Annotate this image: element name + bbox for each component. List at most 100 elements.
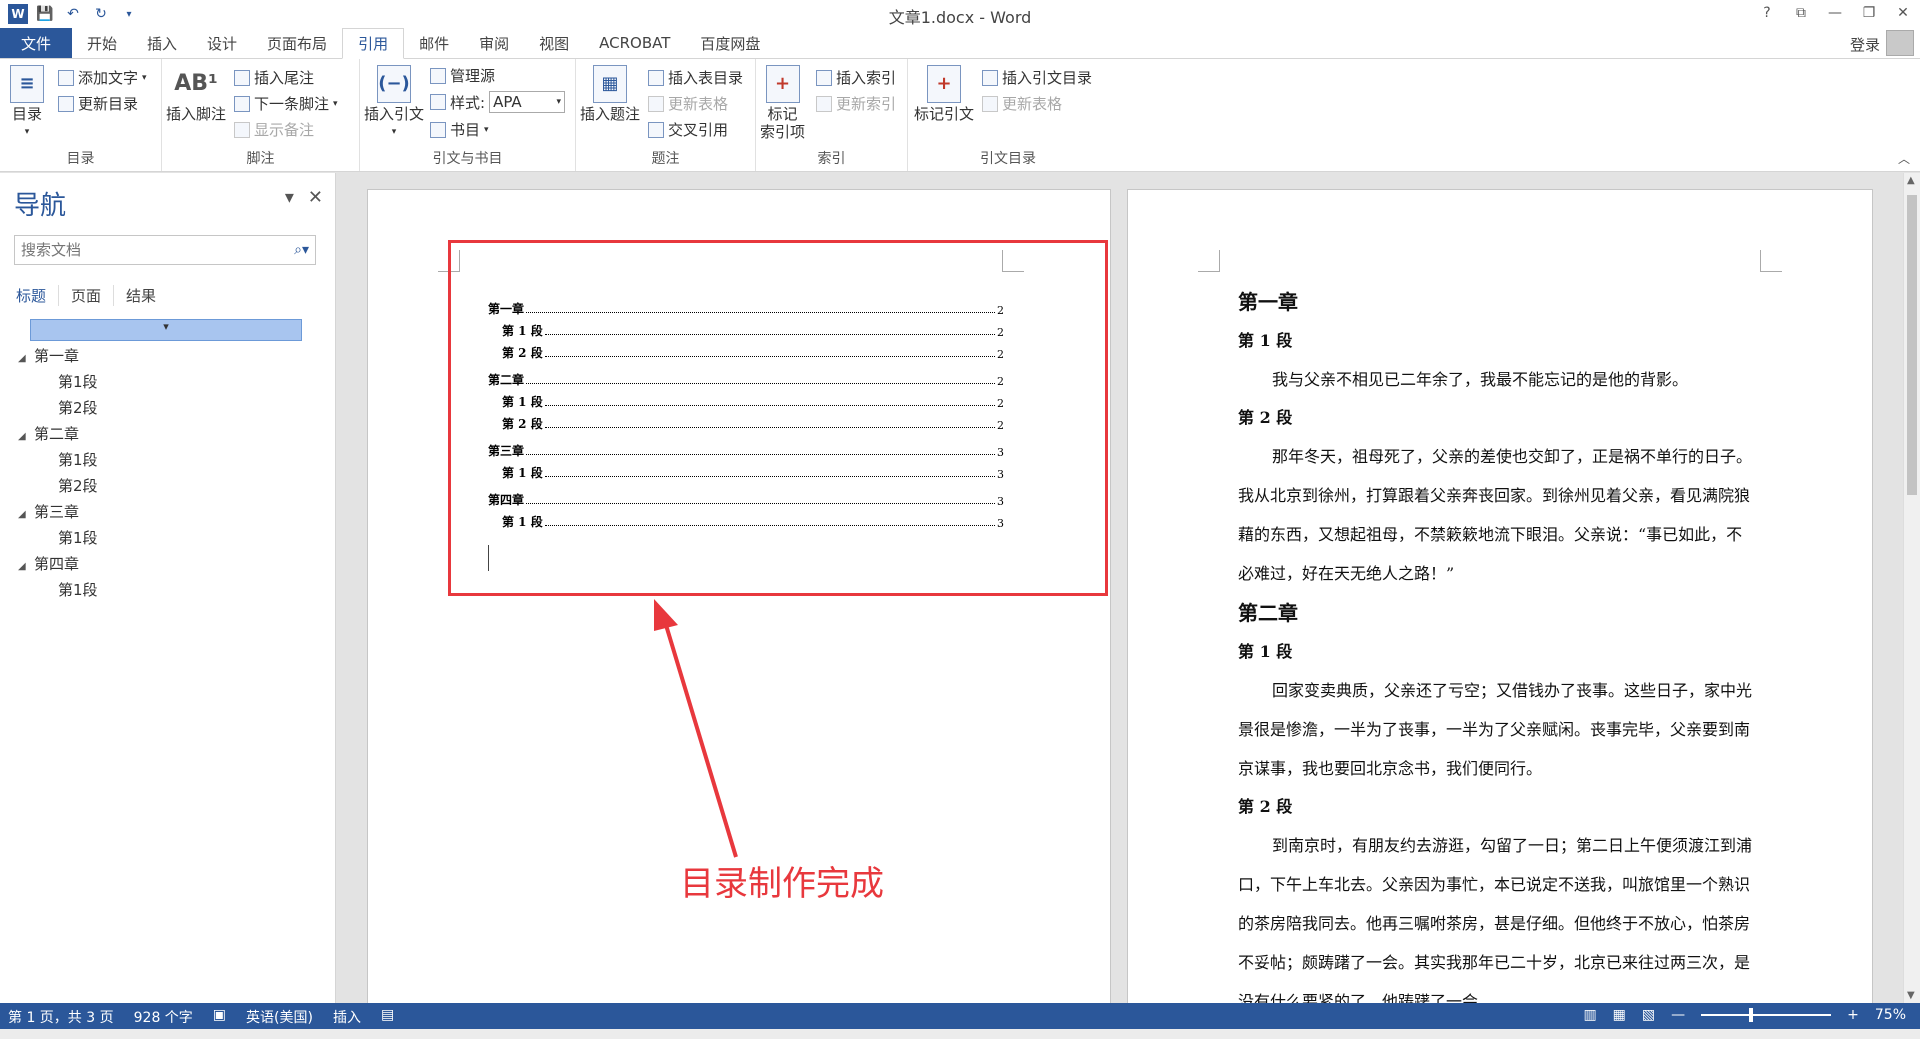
insert-endnote-button[interactable]: 插入尾注 — [234, 67, 314, 88]
update-index-icon — [816, 95, 832, 112]
nav-tab-results[interactable]: 结果 — [114, 285, 168, 306]
style-dropdown[interactable]: APA ▾ — [489, 91, 566, 113]
expand-triangle-icon[interactable]: ◢ — [18, 346, 34, 372]
zoom-in-icon[interactable]: + — [1847, 1007, 1859, 1023]
page-1[interactable]: 第一章 2 第 1 段2 第 2 段2 第二章 2 第 1 段2 第 2 段2 第三… — [367, 189, 1111, 1003]
update-authorities-button[interactable]: 更新表格 — [982, 93, 1062, 114]
insert-table-of-authorities-button[interactable]: 插入引文目录 — [982, 67, 1092, 88]
tab-review[interactable]: 审阅 — [464, 28, 524, 58]
page-2[interactable]: 第一章 第 1 段 我与父亲不相见已二年余了，我最不能忘记的是他的背影。 第 2… — [1127, 189, 1873, 1003]
heading-1: 第一章 — [1238, 290, 1298, 314]
chevron-down-icon: ▾ — [556, 97, 562, 107]
update-table-button[interactable]: 更新表格 — [648, 93, 728, 114]
mark-citation-icon: + — [927, 65, 961, 103]
tab-home[interactable]: 开始 — [72, 28, 132, 58]
tab-design[interactable]: 设计 — [192, 28, 252, 58]
page-count[interactable]: 第 1 页，共 3 页 — [8, 1007, 114, 1027]
expand-triangle-icon[interactable]: ◢ — [18, 502, 34, 528]
tab-baidu-netdisk[interactable]: 百度网盘 — [685, 28, 775, 58]
nav-subheading[interactable]: 第1段 — [18, 369, 98, 395]
nav-heading[interactable]: ◢ 第四章 — [18, 551, 98, 577]
nav-heading[interactable]: ◢ 第二章 — [18, 421, 98, 447]
nav-subheading[interactable]: 第1段 — [18, 577, 98, 603]
scroll-thumb[interactable] — [1907, 195, 1917, 495]
tab-mailings[interactable]: 邮件 — [404, 28, 464, 58]
ribbon-display-button[interactable]: ⧉ — [1790, 2, 1812, 24]
margin-mark — [1198, 250, 1220, 272]
nav-search-box: ⌕▾ — [14, 235, 316, 265]
manage-sources-button[interactable]: 管理源 — [430, 65, 495, 86]
proofing-icon[interactable]: ▣ — [213, 1007, 226, 1027]
maximize-button[interactable]: ❐ — [1858, 2, 1880, 24]
nav-selected-bar[interactable]: ▾ — [30, 319, 302, 341]
expand-triangle-icon[interactable]: ◢ — [18, 554, 34, 580]
sign-in-link[interactable]: 登录 — [1850, 34, 1880, 55]
table-of-authorities-icon — [982, 69, 998, 86]
toc-button[interactable]: ≡ 目录 ▾ — [10, 65, 44, 141]
toc-icon: ≡ — [10, 65, 44, 103]
nav-subheading[interactable]: 第1段 — [18, 525, 98, 551]
style-selector[interactable]: 样式: APA ▾ — [430, 91, 566, 113]
add-text-button[interactable]: 添加文字 ▾ — [58, 67, 147, 88]
collapse-ribbon-icon[interactable]: ︿ — [1898, 150, 1910, 167]
nav-tab-pages[interactable]: 页面 — [59, 285, 115, 306]
heading-1: 第二章 — [1238, 601, 1298, 625]
word-count[interactable]: 928 个字 — [134, 1007, 193, 1027]
next-footnote-button[interactable]: 下一条脚注 ▾ — [234, 93, 338, 114]
endnote-icon — [234, 69, 250, 86]
minimize-button[interactable]: — — [1824, 2, 1846, 24]
zoom-slider-knob[interactable] — [1749, 1008, 1754, 1022]
nav-subheading[interactable]: 第1段 — [18, 447, 98, 473]
scroll-up-icon[interactable]: ▲ — [1907, 175, 1915, 186]
insert-footnote-button[interactable]: AB¹ 插入脚注 — [166, 65, 226, 124]
insert-index-button[interactable]: 插入索引 — [816, 67, 896, 88]
tab-acrobat[interactable]: ACROBAT — [584, 28, 685, 58]
nav-subheading[interactable]: 第2段 — [18, 395, 98, 421]
search-icon[interactable]: ⌕▾ — [294, 242, 309, 258]
expand-triangle-icon[interactable]: ◢ — [18, 424, 34, 450]
language-indicator[interactable]: 英语(美国) — [246, 1007, 313, 1027]
document-body[interactable]: 第一章 第 1 段 我与父亲不相见已二年余了，我最不能忘记的是他的背影。 第 2… — [1238, 282, 1758, 1003]
web-layout-icon[interactable]: ▧ — [1642, 1007, 1655, 1023]
nav-tab-headings[interactable]: 标题 — [14, 285, 60, 306]
macro-record-icon[interactable]: ▤ — [381, 1007, 394, 1027]
help-button[interactable]: ? — [1756, 2, 1778, 24]
close-button[interactable]: ✕ — [1892, 2, 1914, 24]
avatar[interactable] — [1886, 30, 1914, 56]
zoom-slider[interactable] — [1701, 1008, 1832, 1022]
mark-citation-button[interactable]: + 标记引文 — [914, 65, 974, 123]
insert-caption-icon: ▦ — [593, 65, 627, 103]
nav-options-icon[interactable]: ▾ — [285, 187, 294, 208]
nav-close-icon[interactable]: ✕ — [308, 187, 323, 208]
tab-view[interactable]: 视图 — [524, 28, 584, 58]
search-input[interactable] — [21, 241, 261, 259]
zoom-out-icon[interactable]: — — [1671, 1007, 1685, 1023]
nav-heading[interactable]: ◢ 第三章 — [18, 499, 98, 525]
scroll-down-icon[interactable]: ▼ — [1907, 990, 1915, 1001]
group-label-citations: 引文与书目 — [432, 151, 503, 167]
nav-subheading[interactable]: 第2段 — [18, 473, 98, 499]
nav-heading[interactable]: ◢ 第一章 — [18, 343, 98, 369]
tab-layout[interactable]: 页面布局 — [252, 28, 342, 58]
zoom-level[interactable]: 75% — [1875, 1007, 1906, 1023]
insert-table-of-figures-button[interactable]: 插入表目录 — [648, 67, 743, 88]
insert-citation-button[interactable]: (−) 插入引文 ▾ — [364, 65, 424, 141]
cross-reference-button[interactable]: 交叉引用 — [648, 119, 728, 140]
read-mode-icon[interactable]: ▥ — [1583, 1007, 1596, 1023]
print-layout-icon[interactable]: ▦ — [1613, 1007, 1626, 1023]
show-notes-button[interactable]: 显示备注 — [234, 119, 314, 140]
insert-caption-button[interactable]: ▦ 插入题注 — [580, 65, 640, 123]
update-index-button[interactable]: 更新索引 — [816, 93, 896, 114]
bibliography-button[interactable]: 书目 ▾ — [430, 119, 489, 140]
vertical-scrollbar[interactable]: ▲ ▼ — [1903, 173, 1920, 1003]
tab-references[interactable]: 引用 — [342, 28, 405, 59]
tab-insert[interactable]: 插入 — [132, 28, 192, 58]
group-citations: (−) 插入引文 ▾ 管理源 样式: APA ▾ 书目 ▾ 引文与书目 — [360, 59, 576, 171]
taskbar-strip — [0, 1029, 1920, 1039]
group-label-index: 索引 — [817, 151, 846, 167]
title-bar: W 💾 ↶ ↻ ▾ 文章1.docx - Word ? ⧉ — ❐ ✕ — [0, 0, 1920, 28]
insert-mode[interactable]: 插入 — [333, 1007, 361, 1027]
tab-file[interactable]: 文件 — [0, 28, 72, 58]
mark-entry-button[interactable]: + 标记 索引项 — [760, 65, 805, 141]
update-toc-button[interactable]: 更新目录 — [58, 93, 138, 114]
